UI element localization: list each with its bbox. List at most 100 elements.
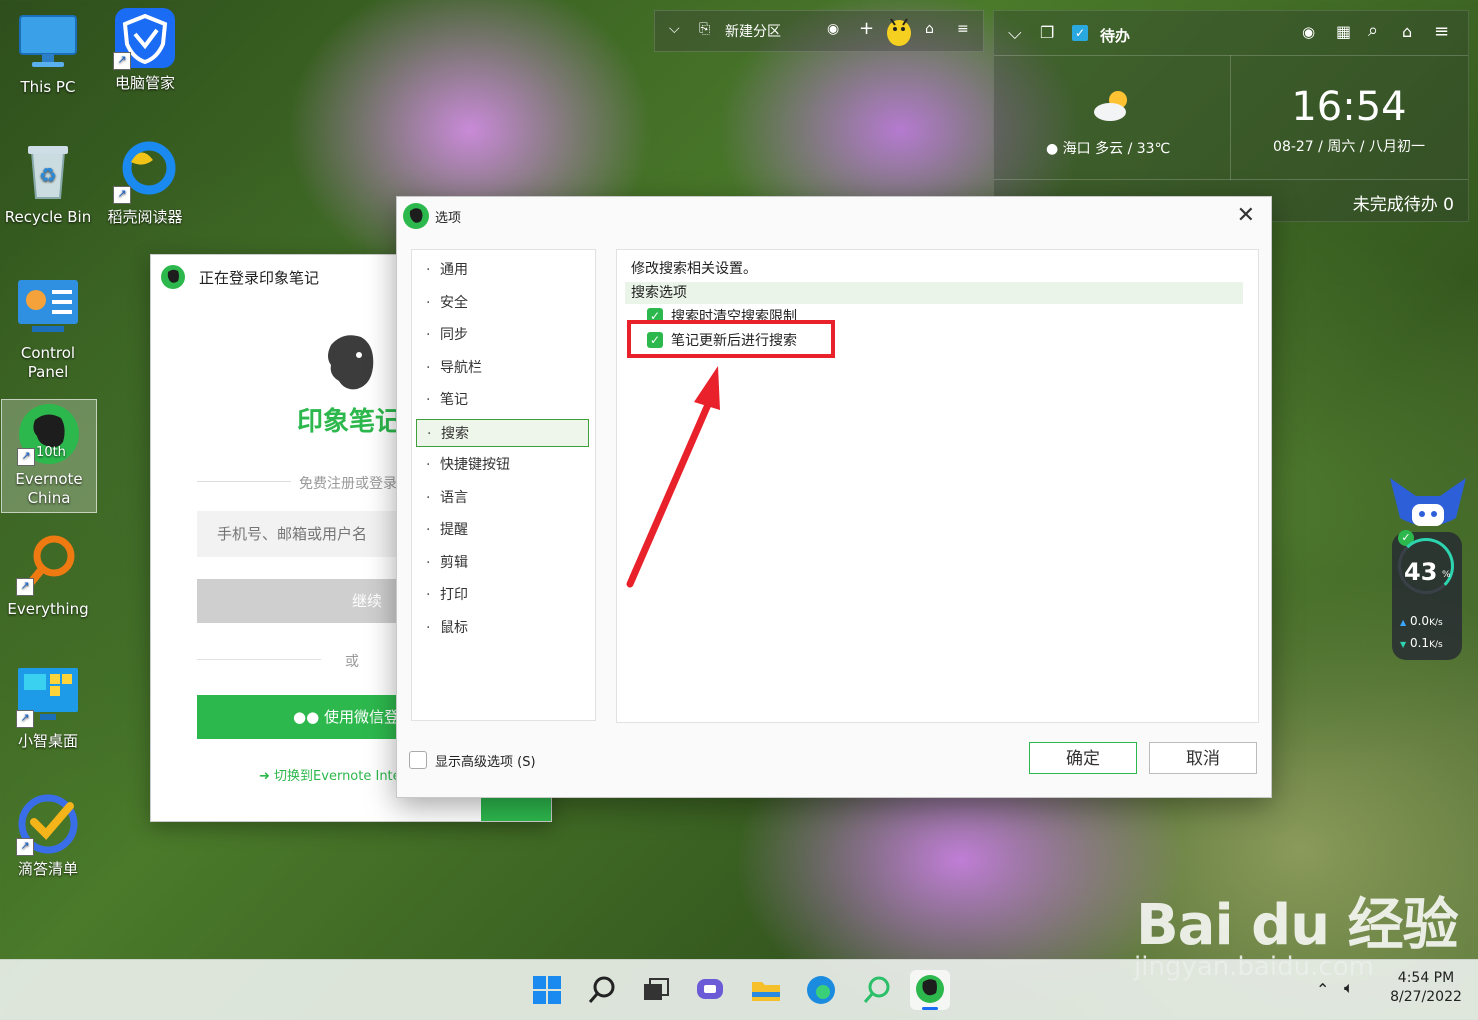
- desktop-icon-control-panel[interactable]: Control Panel: [0, 276, 96, 382]
- shortcut-arrow-icon: ↗: [16, 710, 34, 728]
- todo-check-icon: ✓: [1072, 25, 1088, 41]
- desktop-icon-this-pc[interactable]: This PC: [0, 10, 96, 97]
- menu-icon[interactable]: ≡: [957, 21, 969, 37]
- options-dialog: 选项 ✕ 通用安全同步导航栏笔记搜索快捷键按钮语言提醒剪辑打印鼠标 修改搜索相关…: [396, 196, 1272, 798]
- wechat-icon: ●●: [293, 708, 320, 726]
- chevron-up-icon[interactable]: ⌃: [1316, 980, 1329, 999]
- desktop-icon-xiaozhi[interactable]: ↗ 小智桌面: [0, 664, 96, 751]
- evernote-elephant-icon: 10th ↗: [17, 402, 81, 466]
- ok-button[interactable]: 确定: [1029, 742, 1137, 774]
- nav-item[interactable]: 搜索: [416, 418, 589, 448]
- desktop-icon-evernote[interactable]: 10th ↗ Evernote China: [1, 399, 97, 513]
- divider: [197, 481, 291, 482]
- desktop-app-icon: ↗: [16, 664, 80, 728]
- shirt-icon[interactable]: ⌂: [925, 21, 934, 37]
- desktop-icon-pc-manager[interactable]: ↗ 电脑管家: [97, 6, 193, 93]
- edge-browser-icon[interactable]: [801, 970, 841, 1010]
- shirt-icon[interactable]: ⌂: [1402, 22, 1412, 41]
- location-pin-icon: ●: [1046, 141, 1059, 157]
- nav-item[interactable]: 通用: [416, 256, 589, 284]
- arrow-right-icon: ➜: [259, 769, 270, 784]
- download-arrow-icon: ▼: [1400, 640, 1407, 649]
- checkbox-checked-icon[interactable]: ✓: [647, 332, 663, 348]
- active-indicator: [922, 1007, 938, 1010]
- taskbar-clock[interactable]: 4:54 PM 8/27/2022: [1384, 970, 1468, 1005]
- net-monitor[interactable]: ✓ 43 % ▲ 0.0K/s ▼ 0.1K/s: [1392, 530, 1462, 660]
- checkmark-circle-icon: ↗: [16, 792, 80, 856]
- advanced-checkbox[interactable]: [409, 751, 427, 769]
- option-label: 搜索时清空搜索限制: [671, 309, 797, 320]
- login-title: 正在登录印象笔记: [199, 269, 320, 287]
- desktop-icon-label: Everything: [7, 600, 89, 618]
- nav-item[interactable]: 语言: [416, 484, 589, 512]
- nav-item[interactable]: 提醒: [416, 516, 589, 544]
- desktop-widget: ⌵ ❐ ✓ 待办 ◉ ▦ ⌕ ⌂ ≡ ● 海口 多云 / 33℃ 16:54 0…: [993, 10, 1469, 222]
- magnifier-icon: ↗: [16, 532, 80, 596]
- nav-item[interactable]: 同步: [416, 321, 589, 349]
- user-icon[interactable]: ◉: [827, 21, 839, 37]
- windows-start-icon[interactable]: [527, 970, 567, 1010]
- mascot-icon: [883, 13, 919, 53]
- nav-item[interactable]: 安全: [416, 289, 589, 317]
- checkbox-checked-icon[interactable]: ✓: [647, 308, 663, 320]
- desktop-icon-docer-reader[interactable]: ↗ 稻壳阅读器: [97, 140, 193, 227]
- desktop-icon-label: 滴答清单: [17, 860, 78, 878]
- weather-panel: ● 海口 多云 / 33℃: [994, 55, 1231, 180]
- option-clear-limits[interactable]: ✓ 搜索时清空搜索限制: [647, 308, 847, 320]
- taskbar: ⌃ 🔈︎ 4:54 PM 8/27/2022: [0, 959, 1478, 1020]
- calendar-icon[interactable]: ▦: [1336, 22, 1351, 41]
- desktop-icon-everything[interactable]: ↗ Everything: [0, 532, 96, 619]
- svg-text:♻: ♻: [39, 163, 57, 187]
- nav-item[interactable]: 导航栏: [416, 354, 589, 382]
- nav-item[interactable]: 笔记: [416, 386, 589, 414]
- desktop-icon-label: 电脑管家: [114, 74, 175, 92]
- divider: [197, 659, 321, 660]
- download-speed: ▼ 0.1K/s: [1400, 636, 1443, 650]
- chat-icon[interactable]: [690, 970, 730, 1010]
- add-icon[interactable]: +: [859, 18, 874, 39]
- upload-arrow-icon: ▲: [1400, 618, 1407, 627]
- chevron-down-icon[interactable]: ⌵: [1008, 23, 1022, 44]
- dialog-title: 选项: [435, 211, 462, 226]
- desktop-icon-label: This PC: [20, 78, 76, 96]
- desktop-icon-recycle-bin[interactable]: ♻ Recycle Bin: [0, 140, 96, 227]
- close-icon[interactable]: ✕: [1237, 203, 1255, 228]
- desktop-icon-label: Recycle Bin: [4, 208, 92, 226]
- window-icon[interactable]: ❐: [1040, 23, 1054, 42]
- robot-mascot-icon: [1386, 474, 1470, 534]
- chevron-down-icon[interactable]: ⌵: [669, 21, 680, 37]
- file-explorer-icon[interactable]: [746, 970, 786, 1010]
- options-nav: 通用安全同步导航栏笔记搜索快捷键按钮语言提醒剪辑打印鼠标: [411, 249, 596, 721]
- menu-icon[interactable]: ≡: [1434, 21, 1449, 42]
- section-icon: ⎘: [699, 21, 711, 37]
- cancel-button[interactable]: 取消: [1149, 742, 1257, 774]
- todo-title: 待办: [1100, 27, 1131, 45]
- nav-item[interactable]: 鼠标: [416, 614, 589, 642]
- search-icon[interactable]: [582, 970, 622, 1010]
- taskbar-date: 8/27/2022: [1390, 989, 1462, 1005]
- clock-time: 16:54: [1291, 84, 1407, 130]
- task-view-icon[interactable]: [636, 970, 676, 1010]
- evernote-taskbar-icon[interactable]: [910, 970, 950, 1010]
- cpu-value: 43: [1404, 558, 1438, 586]
- search-icon[interactable]: ⌕: [1368, 20, 1378, 41]
- volume-icon[interactable]: 🔈︎: [1344, 978, 1354, 998]
- shield-icon: ↗: [113, 6, 177, 70]
- nav-item[interactable]: 剪辑: [416, 549, 589, 577]
- nav-item[interactable]: 快捷键按钮: [416, 451, 589, 479]
- reader-icon: ↗: [113, 140, 177, 204]
- clock-panel: 16:54 08-27 / 周六 / 八月初一: [1230, 55, 1468, 180]
- user-icon[interactable]: ◉: [1302, 23, 1315, 41]
- nav-item[interactable]: 打印: [416, 581, 589, 609]
- advanced-label: 显示高级选项 (S): [435, 755, 536, 770]
- recycle-bin-icon: ♻: [16, 140, 80, 204]
- evernote-logo-icon: [403, 203, 429, 229]
- desktop-icon-label: 稻壳阅读器: [107, 208, 183, 226]
- shortcut-arrow-icon: ↗: [113, 186, 131, 204]
- or-label: 或: [345, 654, 359, 670]
- register-hint: 免费注册或登录: [299, 476, 397, 492]
- desktop-icon-dida[interactable]: ↗ 滴答清单: [0, 792, 96, 879]
- new-section-label[interactable]: 新建分区: [725, 21, 781, 41]
- desktop-icon-label: 小智桌面: [17, 732, 78, 750]
- everything-search-icon[interactable]: [856, 970, 896, 1010]
